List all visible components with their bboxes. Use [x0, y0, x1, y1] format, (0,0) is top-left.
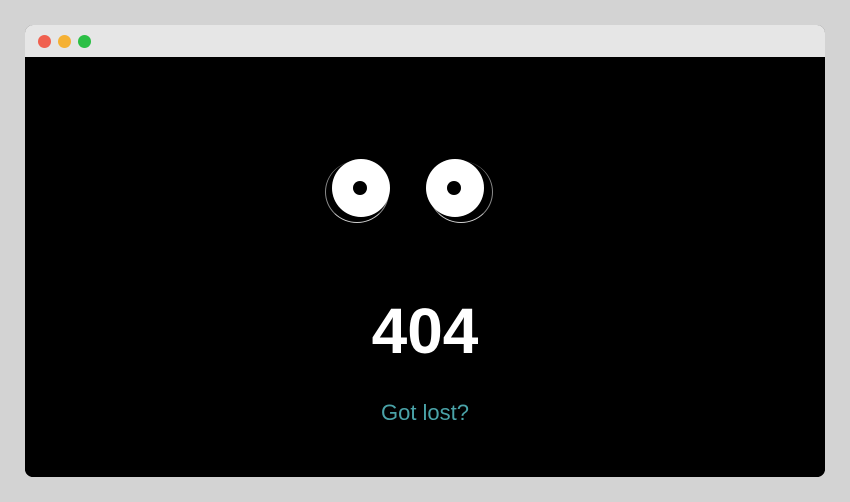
- left-eye: [332, 159, 390, 217]
- error-code: 404: [371, 295, 479, 367]
- browser-window: 404 Got lost?: [25, 25, 825, 477]
- window-titlebar: [25, 25, 825, 57]
- got-lost-link[interactable]: Got lost?: [25, 400, 825, 426]
- right-pupil: [447, 181, 461, 195]
- page-content: 404 Got lost?: [25, 57, 825, 477]
- left-pupil: [353, 181, 367, 195]
- maximize-window-button[interactable]: [78, 35, 91, 48]
- close-window-button[interactable]: [38, 35, 51, 48]
- right-eye: [426, 159, 484, 217]
- minimize-window-button[interactable]: [58, 35, 71, 48]
